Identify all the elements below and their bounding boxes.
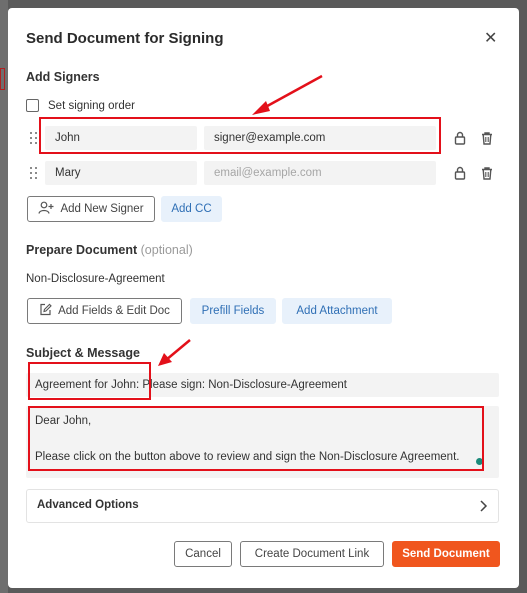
annotation-box-message xyxy=(28,406,484,471)
optional-tag: (optional) xyxy=(140,243,193,257)
create-document-link-button[interactable]: Create Document Link xyxy=(240,541,384,567)
add-attachment-button[interactable]: Add Attachment xyxy=(282,298,392,324)
annotation-arrow-icon xyxy=(158,339,191,366)
signer-name-input[interactable]: Mary xyxy=(45,161,197,185)
lock-icon[interactable] xyxy=(453,166,467,180)
lock-icon[interactable] xyxy=(453,131,467,145)
drag-handle-icon[interactable] xyxy=(30,132,38,146)
add-user-icon xyxy=(38,202,54,215)
send-document-dialog: Send Document for Signing ✕ Add Signers … xyxy=(8,8,519,588)
prepare-document-title: Prepare Document xyxy=(26,243,138,257)
signing-order-option[interactable]: Set signing order xyxy=(26,99,135,112)
background-highlight xyxy=(0,68,5,90)
trash-icon[interactable] xyxy=(480,131,494,145)
dialog-title: Send Document for Signing xyxy=(26,30,224,47)
add-signers-heading: Add Signers xyxy=(26,70,100,84)
signing-order-checkbox[interactable] xyxy=(26,99,39,112)
chevron-right-icon xyxy=(480,500,488,512)
add-new-signer-label: Add New Signer xyxy=(60,203,144,215)
subject-message-heading: Subject & Message xyxy=(26,346,140,360)
send-document-button[interactable]: Send Document xyxy=(392,541,500,567)
add-new-signer-button[interactable]: Add New Signer xyxy=(27,196,155,222)
signing-order-label: Set signing order xyxy=(48,99,135,112)
prefill-fields-button[interactable]: Prefill Fields xyxy=(190,298,276,324)
close-icon[interactable]: ✕ xyxy=(484,28,497,48)
drag-handle-icon[interactable] xyxy=(30,167,38,181)
edit-icon xyxy=(40,304,52,316)
prepare-document-heading: Prepare Document (optional) xyxy=(26,243,193,257)
annotation-arrow-icon xyxy=(252,74,323,115)
cancel-button[interactable]: Cancel xyxy=(174,541,232,567)
advanced-options-toggle[interactable]: Advanced Options xyxy=(26,489,499,523)
add-cc-button[interactable]: Add CC xyxy=(161,196,222,222)
signer-email-input[interactable]: email@example.com xyxy=(204,161,436,185)
add-fields-edit-doc-label: Add Fields & Edit Doc xyxy=(58,305,170,317)
annotation-box-subject xyxy=(28,362,151,400)
trash-icon[interactable] xyxy=(480,166,494,180)
document-name: Non-Disclosure-Agreement xyxy=(26,273,165,285)
advanced-options-label: Advanced Options xyxy=(37,499,139,511)
annotation-box-signer xyxy=(39,117,441,154)
add-fields-edit-doc-button[interactable]: Add Fields & Edit Doc xyxy=(27,298,182,324)
